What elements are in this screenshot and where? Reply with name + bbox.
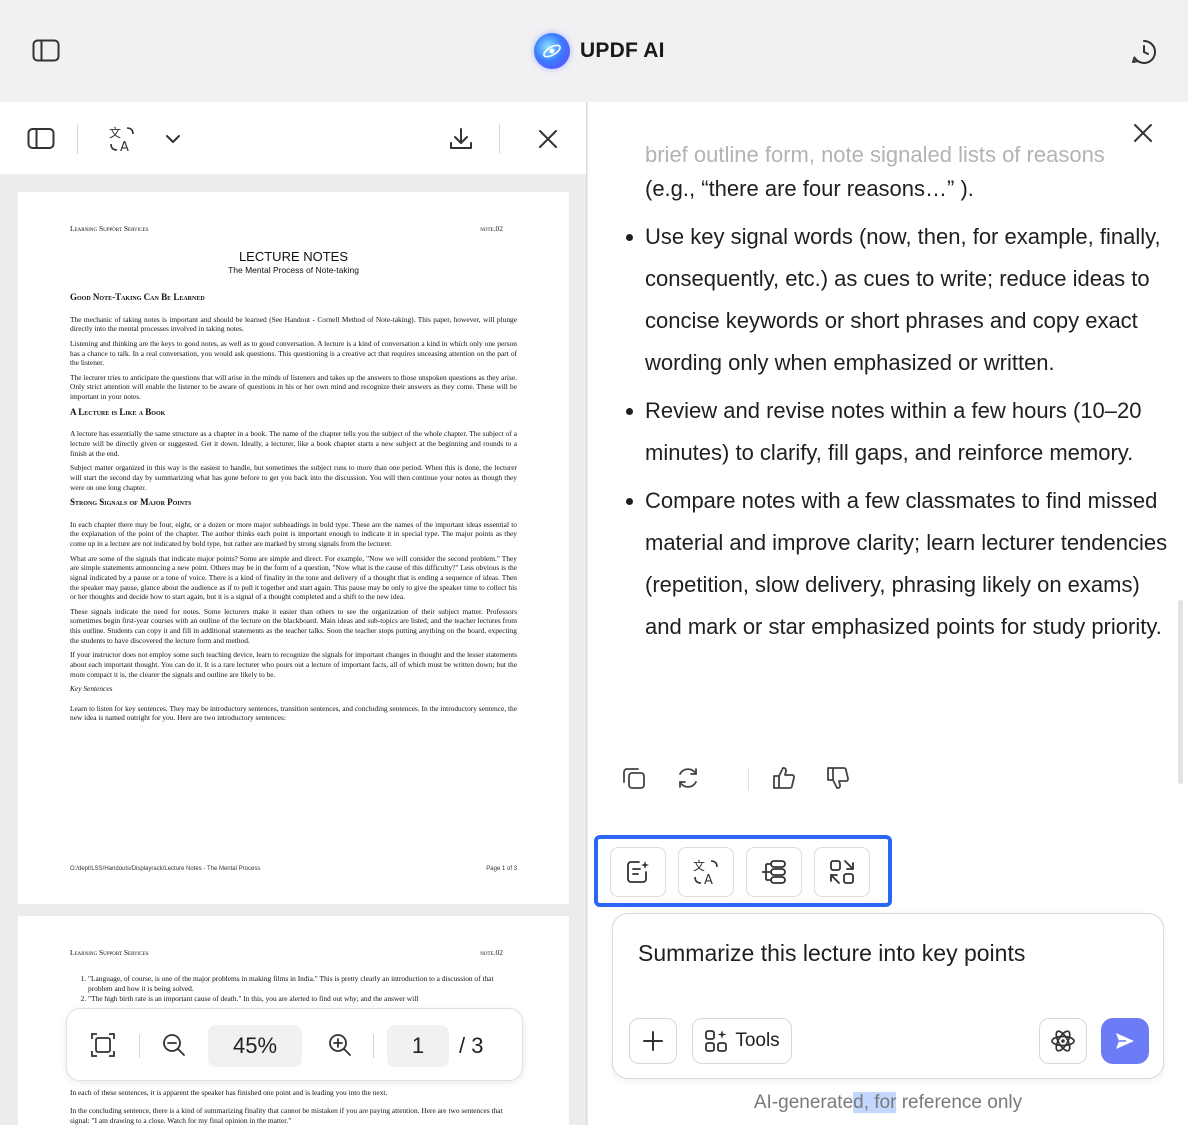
zoom-out-icon[interactable] [160,1031,188,1059]
list-item: "Language, of course, is one of the majo… [88,974,517,994]
app-title-bar: UPDF AI [0,0,1188,102]
summarize-icon [627,861,649,883]
fit-page-icon[interactable] [89,1031,117,1059]
page-header: Learning Support Services note.02 [70,948,503,957]
page-header-right: note.02 [480,224,503,233]
paragraph: Subject matter organized in this way is … [70,463,517,492]
paragraph: In each of these sentences, it is appare… [70,1088,388,1097]
paragraph: The mechanic of taking notes is importan… [70,314,517,334]
list-item: Review and revise notes within a few hou… [626,390,1175,474]
page-number-input[interactable]: 1 [387,1025,449,1067]
plus-icon [643,1031,663,1051]
disclaimer-selected-text: d, for [853,1092,897,1113]
send-icon [1116,1033,1134,1049]
page-body: Good Note-Taking Can Be Learned The mech… [70,290,517,728]
svg-text:A: A [120,140,129,154]
chevron-down-icon[interactable] [160,124,186,154]
translate-icon: 文A [693,858,718,887]
zoom-divider [139,1034,140,1058]
section-heading: A Lecture is Like a Book [70,406,166,417]
document-subtitle: The Mental Process of Note-taking [228,265,359,275]
chat-input-box[interactable]: Summarize this lecture into key points T… [612,913,1164,1079]
download-icon[interactable] [446,124,476,154]
pdf-viewer-pane: 文A Learning Support Services note.02 LEC… [0,102,587,1125]
app-title: UPDF AI [580,39,665,62]
chat-input-text[interactable]: Summarize this lecture into key points [638,940,1025,967]
intro-line: (e.g., “there are four reasons…” ). [645,176,974,201]
svg-text:文: 文 [109,125,121,140]
convert-button[interactable] [814,847,870,897]
pdf-toolbar: 文A [0,102,586,174]
zoom-in-icon[interactable] [326,1031,354,1059]
copy-icon[interactable] [618,762,650,794]
page-footer-number: Page 1 of 3 [486,866,517,872]
list-item: Use key signal words (now, then, for exa… [626,216,1175,384]
app-brand: UPDF AI [534,32,665,70]
section-heading: Strong Signals of Major Points [70,497,192,508]
page-footer: O:/dept/LSS/Handouts/Displayrack/Lecture… [70,866,517,872]
toolbar-divider [77,124,78,154]
convert-icon [830,860,854,884]
paragraph: The lecturer tries to anticipate the que… [70,372,517,402]
toolbar-divider [499,124,500,154]
page-header: Learning Support Services note.02 [70,224,503,233]
paragraph: A lecture has essentially the same struc… [70,429,517,458]
italic-heading: Key Sentences [70,684,113,694]
tools-icon [705,1030,728,1052]
ai-response-message: brief outline form, note signaled lists … [626,142,1175,654]
zoom-level-field[interactable]: 45% [208,1025,302,1067]
panel-icon[interactable] [26,124,56,154]
send-button[interactable] [1101,1018,1149,1064]
history-clock-icon[interactable] [1130,38,1158,66]
paragraph: These signals indicate the need for note… [70,606,517,645]
paragraph: Listening and thinking are the keys to g… [70,338,517,368]
updf-ai-logo-icon [534,33,570,69]
regenerate-icon[interactable] [672,762,704,794]
list-item: Compare notes with a few classmates to f… [626,480,1175,648]
page-header-right: note.02 [480,948,503,957]
scrollbar[interactable] [1178,600,1183,784]
pdf-page-1: Learning Support Services note.02 LECTUR… [18,192,569,904]
mindmap-icon [762,860,786,884]
paragraph: In the concluding sentence, there is a k… [70,1105,503,1125]
tools-button[interactable]: Tools [692,1018,792,1064]
add-attachment-button[interactable] [629,1018,677,1064]
ai-assistant-pane: brief outline form, note signaled lists … [588,102,1188,1125]
document-title: LECTURE NOTES [238,249,349,264]
summarize-button[interactable] [610,847,666,897]
page-body: "Language, of course, is one of the majo… [70,974,517,1004]
model-atom-icon [1051,1030,1075,1052]
thumbs-down-icon[interactable] [822,762,854,794]
page-header-left: Learning Support Services [70,948,149,957]
paragraph: Learn to listen for key sentences. They … [70,703,517,723]
quick-actions-highlight: 文A [594,835,892,907]
paragraph: In each chapter there may be four, eight… [70,519,517,549]
actions-divider [748,768,749,790]
svg-text:A: A [704,873,713,887]
disclaimer-text: reference only [896,1092,1023,1113]
paragraph: If your instructor does not employ some … [70,650,517,679]
ai-disclaimer: AI-generated, for reference only [588,1092,1188,1114]
page-body-lower: In each of these sentences, it is appare… [70,1088,517,1125]
page-footer-path: O:/dept/LSS/Handouts/Displayrack/Lecture… [70,866,261,872]
paragraph: What are some of the signals that indica… [70,553,517,602]
close-icon[interactable] [533,124,563,154]
zoom-toolbar: 45% 1 / 3 [66,1008,523,1081]
sidebar-toggle-icon[interactable] [32,38,60,64]
translate-button[interactable]: 文A [678,847,734,897]
section-heading: Good Note-Taking Can Be Learned [70,292,205,302]
tools-label: Tools [735,1030,780,1051]
response-bullets: Use key signal words (now, then, for exa… [626,216,1175,648]
total-pages-label: / 3 [459,1033,484,1058]
mindmap-button[interactable] [746,847,802,897]
model-select-button[interactable] [1039,1018,1087,1064]
svg-text:文: 文 [693,858,705,873]
zoom-divider [373,1034,374,1058]
faded-line: brief outline form, note signaled lists … [645,142,1105,167]
translate-icon[interactable]: 文A [106,124,138,154]
thumbs-up-icon[interactable] [768,762,800,794]
list-item: "The high birth rate is an important cau… [88,994,517,1004]
disclaimer-text: AI-generate [753,1092,854,1113]
page-header-left: Learning Support Services [70,224,149,233]
